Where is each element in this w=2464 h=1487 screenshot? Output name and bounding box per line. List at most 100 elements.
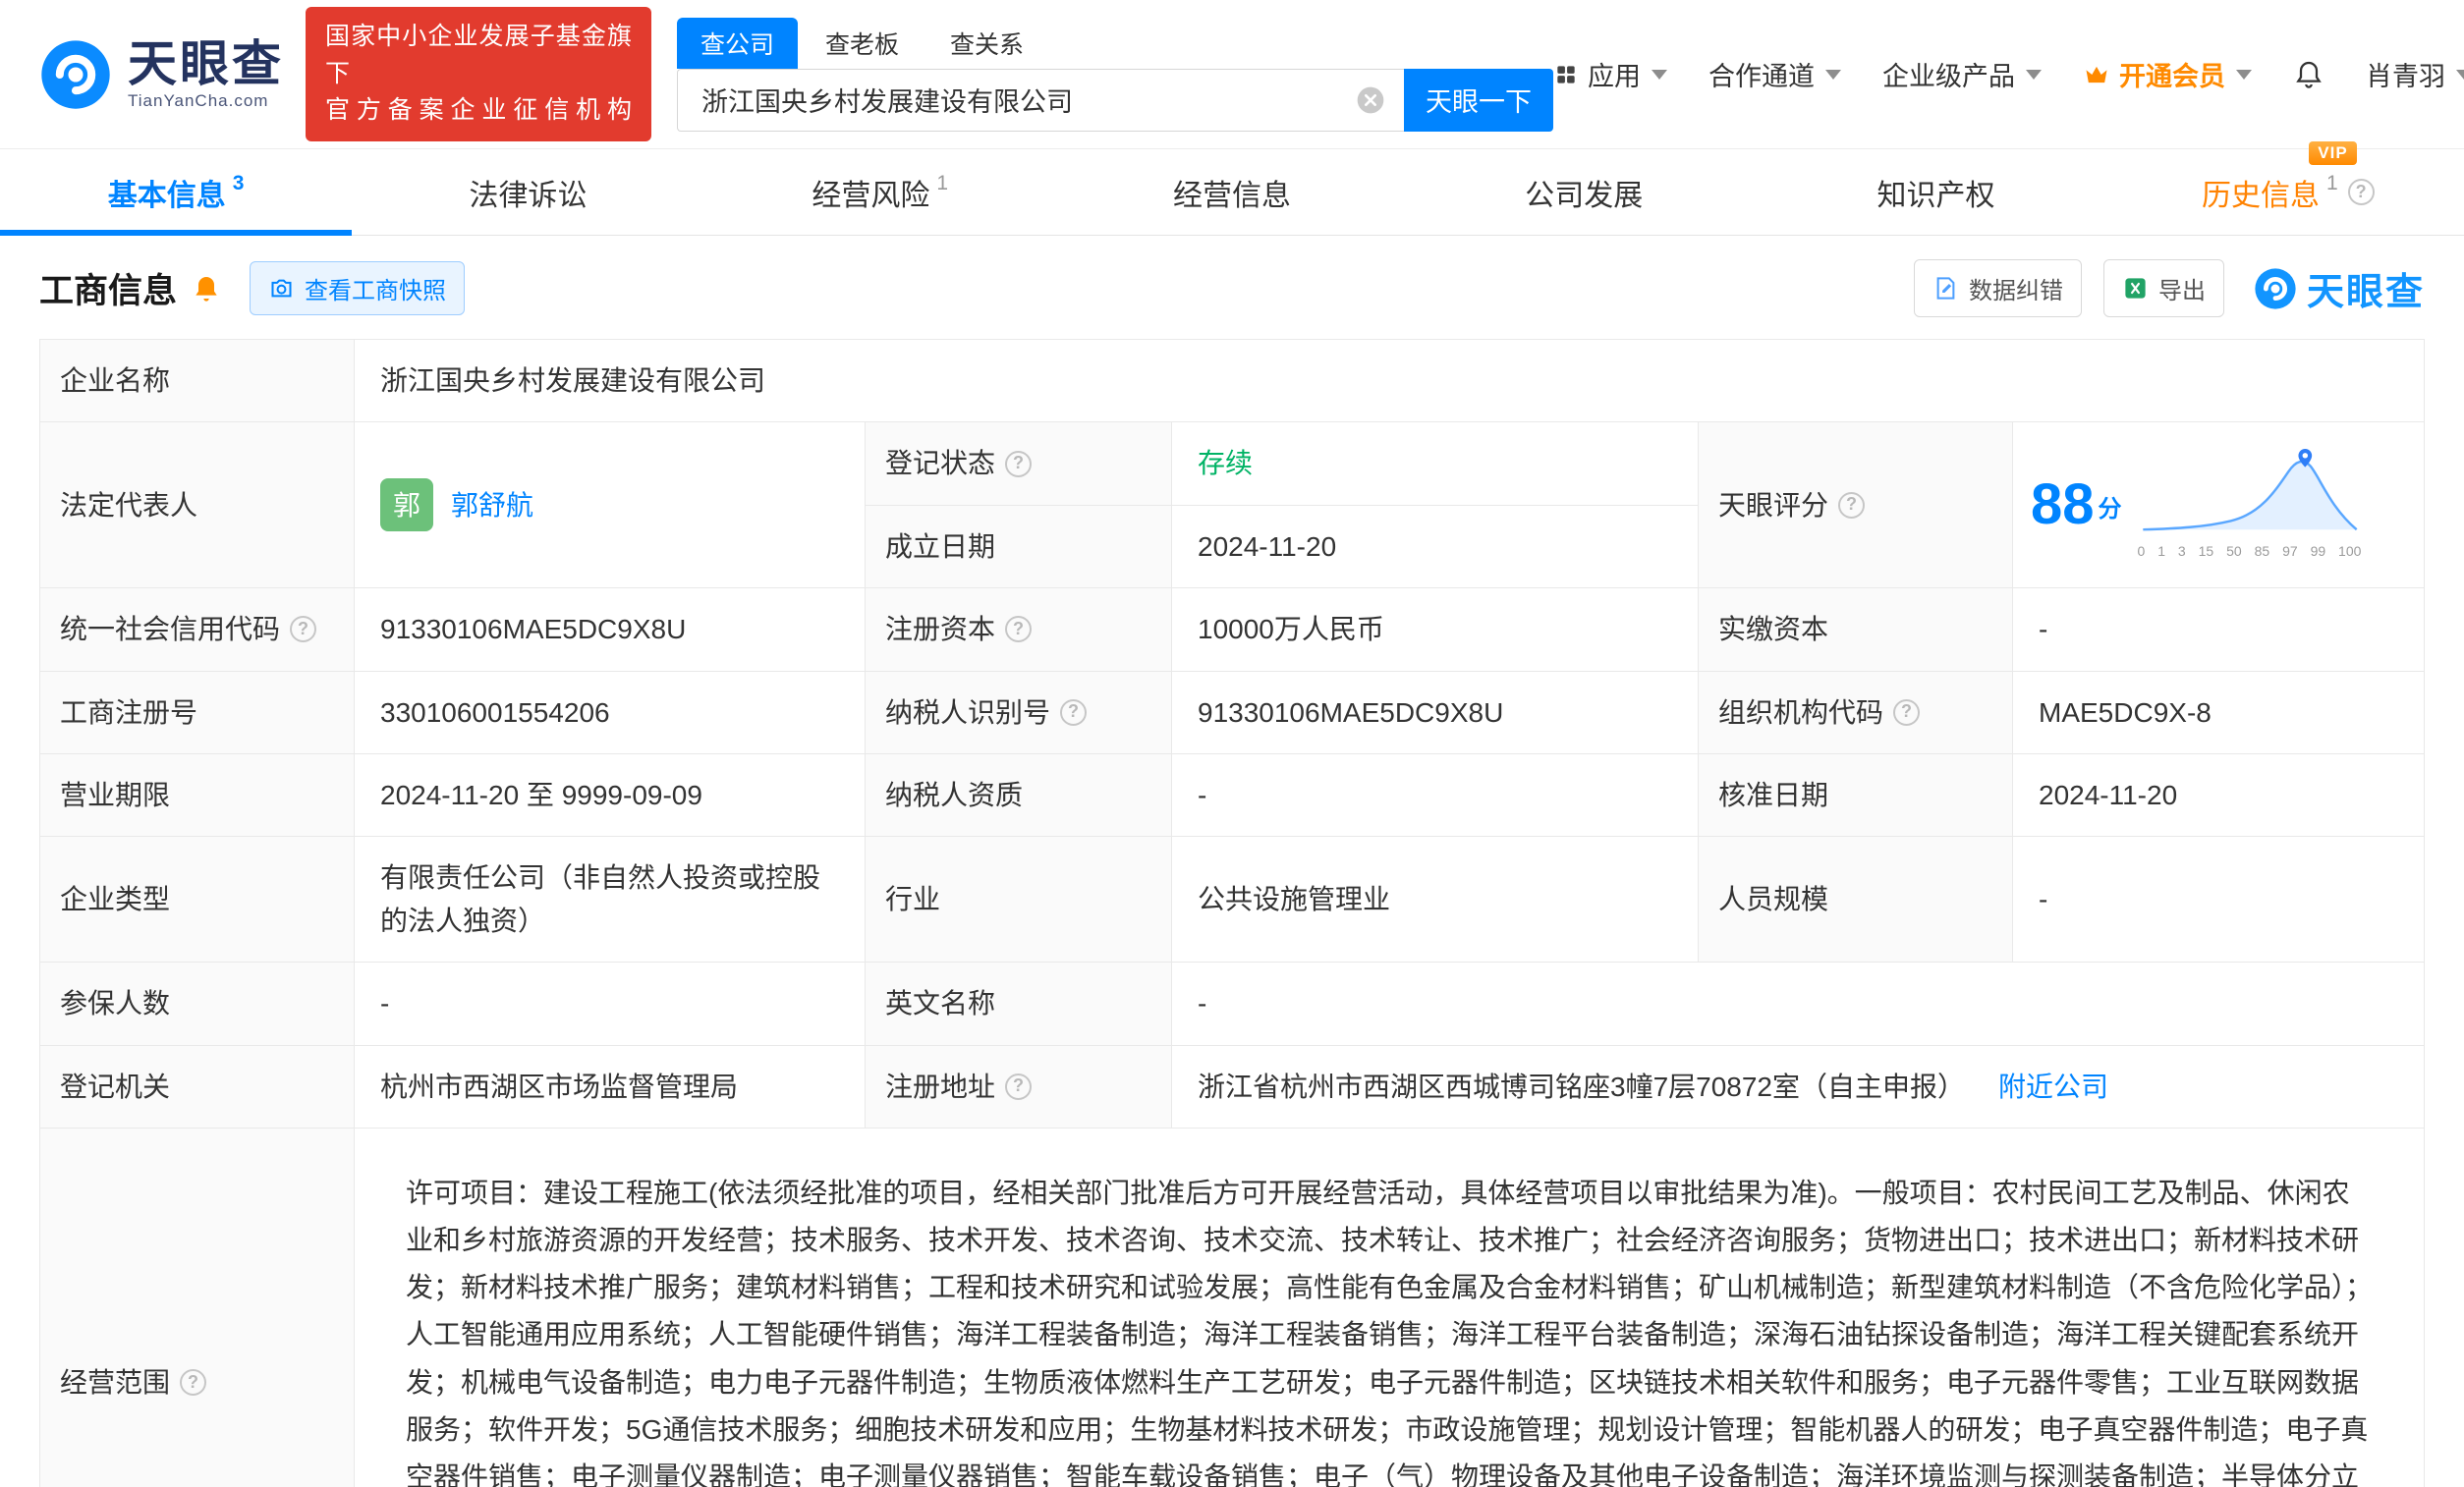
reg-address-value: 浙江省杭州市西湖区西城博司铭座3幢7层70872室（自主申报） 附近公司 bbox=[1172, 1046, 2424, 1128]
help-icon[interactable] bbox=[1060, 698, 1088, 726]
tianyancha-logo-icon bbox=[41, 39, 110, 109]
help-icon[interactable] bbox=[2347, 179, 2375, 205]
reg-address-label: 注册地址 bbox=[866, 1045, 1172, 1128]
nav-open-membership[interactable]: 开通会员 bbox=[2083, 55, 2252, 93]
help-icon[interactable] bbox=[1838, 491, 1866, 519]
search-button[interactable]: 天眼一下 bbox=[1404, 68, 1553, 132]
score-number: 88 分 bbox=[2031, 472, 2122, 537]
nav-cooperation-label: 合作通道 bbox=[1708, 62, 1815, 91]
company-name-value: 浙江国央乡村发展建设有限公司 bbox=[380, 365, 766, 396]
credit-code-label: 统一社会信用代码 bbox=[40, 588, 355, 671]
company-type-value: 有限责任公司（非自然人投资或控股的法人独资） bbox=[355, 837, 866, 963]
search-tab-relation[interactable]: 查关系 bbox=[926, 18, 1047, 69]
table-row: 登记机关 杭州市西湖区市场监督管理局 注册地址 浙江省杭州市西湖区西城博司铭座3… bbox=[40, 1045, 2424, 1129]
legal-rep-link[interactable]: 郭舒航 bbox=[451, 484, 533, 526]
reg-capital-value: 10000万人民币 bbox=[1172, 588, 1699, 671]
reg-capital-label: 注册资本 bbox=[866, 588, 1172, 671]
data-correction-button[interactable]: 数据纠错 bbox=[1913, 259, 2082, 317]
status-date-group: 登记状态 存续 成立日期 2024-11-20 bbox=[866, 422, 1699, 588]
table-row: 参保人数 - 英文名称 - bbox=[40, 963, 2424, 1046]
tab-count: 3 bbox=[232, 171, 245, 194]
user-menu[interactable]: 肖青羽 bbox=[2366, 55, 2464, 93]
search-input[interactable] bbox=[678, 69, 1404, 131]
industry-label: 行业 bbox=[866, 837, 1172, 963]
tab-intellectual-property[interactable]: 知识产权 bbox=[1760, 149, 2111, 235]
tab-basic-info[interactable]: 基本信息 3 bbox=[0, 149, 353, 236]
subscribe-bell-icon[interactable] bbox=[191, 273, 222, 304]
gov-badge-line2: 官方备案企业征信机构 bbox=[325, 96, 632, 125]
company-detail-tabs: 基本信息 3 法律诉讼 经营风险 1 经营信息 公司发展 知识产权 VIP 历史… bbox=[0, 140, 2464, 236]
tab-count: 1 bbox=[2325, 171, 2338, 194]
table-row: 企业名称 浙江国央乡村发展建设有限公司 bbox=[40, 340, 2424, 423]
tab-history-info[interactable]: VIP 历史信息 1 bbox=[2112, 140, 2464, 235]
tab-label: 基本信息 bbox=[107, 179, 226, 212]
english-name-value: - bbox=[1198, 988, 1207, 1019]
score-distribution-chart: 0 1 3 15 50 85 97 99 100 bbox=[2138, 447, 2362, 563]
taxpayer-id-value: 91330106MAE5DC9X8U bbox=[1172, 671, 1699, 753]
correction-icon bbox=[1936, 277, 1955, 300]
tianyancha-logo[interactable]: 天眼查 TianYanCha.com bbox=[39, 37, 284, 111]
apps-grid-icon bbox=[1557, 65, 1575, 83]
score-axis: 0 1 3 15 50 85 97 99 100 bbox=[2137, 543, 2362, 560]
tyc-score-value: 88 分 0 1 3 15 50 85 97 99 100 bbox=[2013, 422, 2424, 587]
top-nav: 应用 合作通道 企业级产品 开通会员 肖青羽 bbox=[1553, 55, 2464, 93]
nav-cooperation[interactable]: 合作通道 bbox=[1708, 55, 1841, 93]
clear-icon[interactable] bbox=[1355, 84, 1386, 116]
help-icon[interactable] bbox=[1005, 616, 1033, 643]
legal-rep-avatar[interactable]: 郭 bbox=[380, 478, 433, 532]
insured-count-value: - bbox=[355, 963, 866, 1045]
company-name-label: 企业名称 bbox=[40, 340, 355, 422]
search-tab-boss[interactable]: 查老板 bbox=[802, 18, 923, 69]
snapshot-button-label: 查看工商快照 bbox=[305, 278, 447, 304]
page: 天眼查 TianYanCha.com 国家中小企业发展子基金旗下 官方备案企业征… bbox=[0, 0, 2464, 1487]
camera-icon bbox=[271, 279, 292, 298]
nav-apps[interactable]: 应用 bbox=[1553, 55, 1667, 93]
nav-enterprise-products[interactable]: 企业级产品 bbox=[1882, 55, 2042, 93]
help-icon[interactable] bbox=[1005, 450, 1033, 477]
table-row: 营业期限 2024-11-20 至 9999-09-09 纳税人资质 - 核准日… bbox=[40, 753, 2424, 838]
table-row: 经营范围 许可项目：建设工程施工(依法须经批准的项目，经相关部门批准后方可开展经… bbox=[40, 1128, 2424, 1487]
correction-button-label: 数据纠错 bbox=[1968, 278, 2063, 304]
reg-number-value: 330106001554206 bbox=[355, 671, 866, 753]
tab-label: 法律诉讼 bbox=[469, 179, 588, 212]
business-snapshot-button[interactable]: 查看工商快照 bbox=[250, 261, 466, 315]
insured-count-label: 参保人数 bbox=[40, 963, 355, 1045]
notification-bell-icon[interactable] bbox=[2293, 59, 2324, 90]
legal-rep-value: 郭 郭舒航 bbox=[355, 422, 866, 588]
credit-code-value: 91330106MAE5DC9X8U bbox=[355, 588, 866, 671]
gov-credential-badge: 国家中小企业发展子基金旗下 官方备案企业征信机构 bbox=[306, 7, 651, 141]
chevron-down-icon bbox=[2236, 69, 2252, 80]
tab-company-development[interactable]: 公司发展 bbox=[1408, 149, 1760, 235]
tab-label: 经营风险 bbox=[812, 179, 930, 212]
search-tab-company[interactable]: 查公司 bbox=[677, 17, 799, 69]
industry-value: 公共设施管理业 bbox=[1172, 837, 1699, 963]
chevron-down-icon bbox=[1652, 69, 1667, 80]
chevron-down-icon bbox=[2456, 69, 2464, 80]
section-title: 工商信息 bbox=[39, 272, 178, 310]
nearby-companies-link[interactable]: 附近公司 bbox=[1998, 1066, 2108, 1108]
tab-operation-risk[interactable]: 经营风险 1 bbox=[704, 149, 1056, 235]
top-header: 天眼查 TianYanCha.com 国家中小企业发展子基金旗下 官方备案企业征… bbox=[0, 0, 2464, 149]
establish-date-value: 2024-11-20 bbox=[1172, 505, 1699, 588]
help-icon[interactable] bbox=[290, 616, 317, 643]
tab-label: 公司发展 bbox=[1525, 179, 1644, 212]
table-row: 统一社会信用代码 91330106MAE5DC9X8U 注册资本 10000万人… bbox=[40, 588, 2424, 672]
logo-subtitle: TianYanCha.com bbox=[128, 91, 269, 110]
reg-status-label: 登记状态 bbox=[866, 422, 1172, 505]
export-button[interactable]: 导出 bbox=[2102, 259, 2224, 317]
help-icon[interactable] bbox=[180, 1369, 207, 1397]
reg-number-label: 工商注册号 bbox=[40, 671, 355, 753]
section-head: 工商信息 查看工商快照 数据纠错 导出 天眼查 bbox=[0, 236, 2464, 339]
tianyancha-watermark: 天眼查 bbox=[2254, 261, 2425, 315]
tab-legal-litigation[interactable]: 法律诉讼 bbox=[352, 149, 703, 235]
table-row: 工商注册号 330106001554206 纳税人识别号 91330106MAE… bbox=[40, 671, 2424, 754]
vip-badge: VIP bbox=[2309, 140, 2357, 165]
help-icon[interactable] bbox=[1005, 1073, 1033, 1100]
business-scope-value: 许可项目：建设工程施工(依法须经批准的项目，经相关部门批准后方可开展经营活动，具… bbox=[406, 1177, 2374, 1487]
english-name-label: 英文名称 bbox=[866, 963, 1172, 1045]
company-type-label: 企业类型 bbox=[40, 837, 355, 963]
tab-operation-info[interactable]: 经营信息 bbox=[1056, 149, 1408, 235]
nav-apps-label: 应用 bbox=[1588, 62, 1641, 91]
help-icon[interactable] bbox=[1893, 698, 1921, 726]
business-term-label: 营业期限 bbox=[40, 753, 355, 837]
